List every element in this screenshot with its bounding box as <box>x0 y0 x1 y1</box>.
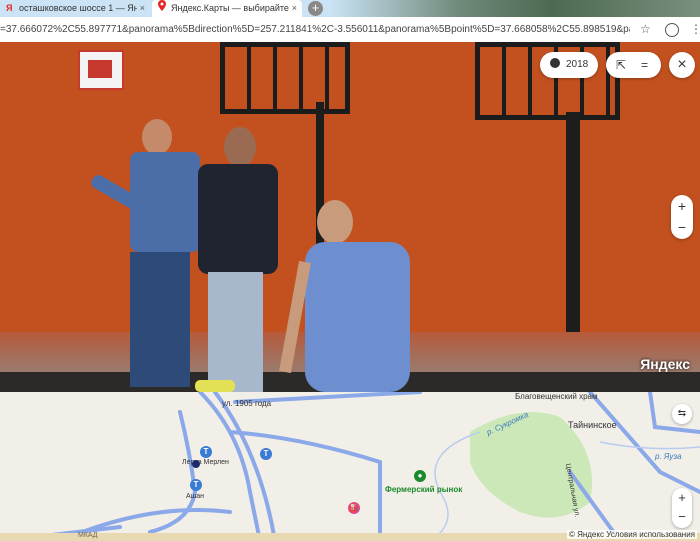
map-zoom-control: + − <box>672 488 692 528</box>
fire-safety-sign <box>78 50 124 90</box>
yandex-watermark: Яндекс <box>640 356 690 372</box>
yandex-logo-icon: Я <box>6 3 13 13</box>
shopping-pin-icon[interactable]: T <box>260 448 272 460</box>
bookmark-star-icon[interactable]: ☆ <box>640 23 651 36</box>
profile-icon[interactable] <box>665 23 679 37</box>
map-label-street: ул. 1905 года <box>222 399 272 408</box>
map-label-district: Тайнинское <box>568 420 617 430</box>
menu-icon[interactable]: = <box>641 52 648 78</box>
yandex-maps-pin-icon <box>158 0 167 17</box>
shopping-pin-icon[interactable]: T <box>200 446 212 458</box>
tab-close-button[interactable]: × <box>292 0 297 17</box>
panorama-zoom-control: + − <box>671 195 693 239</box>
drain-pipe <box>566 112 580 342</box>
mini-map[interactable]: ул. 1905 года Благовещенский храм р. Сук… <box>0 392 700 541</box>
map-label-store: Леруа Мерлен <box>182 459 229 466</box>
map-label-river: р. Яуза <box>655 452 682 461</box>
tab-title: осташковское шоссе 1 — Яндекс <box>19 3 137 13</box>
shopping-pin-icon[interactable]: T <box>190 479 202 491</box>
map-expand-icon[interactable]: ⇆ <box>672 404 692 424</box>
address-bar: =37.666072%2C55.897771&panorama%5Bdirect… <box>0 17 700 43</box>
window-background <box>330 0 700 17</box>
map-label-market: Фермерский рынок <box>385 485 463 494</box>
tab-close-button[interactable]: × <box>140 0 145 17</box>
people-photo <box>91 119 410 392</box>
tab-search[interactable]: Яосташковское шоссе 1 — Яндекс × <box>0 0 150 17</box>
browser-tab-strip: Яосташковское шоссе 1 — Яндекс × Яндекс.… <box>0 0 700 17</box>
panorama-close-button[interactable]: × <box>669 52 695 78</box>
share-icon[interactable]: ⇱ <box>616 52 626 78</box>
map-roads <box>0 392 700 541</box>
map-label-road: МКАД <box>78 532 98 539</box>
fuel-pin-icon[interactable]: ⛽ <box>348 502 360 514</box>
map-zoom-out-button[interactable]: − <box>672 508 692 528</box>
panorama-position-marker <box>192 460 200 468</box>
map-attribution[interactable]: © Яндекс Условия использования <box>566 530 697 539</box>
panorama-year-button[interactable]: 2018 <box>540 52 598 78</box>
browser-menu-icon[interactable]: ⋮ <box>690 23 700 36</box>
barred-window <box>220 42 350 114</box>
map-label-store: Ашан <box>186 493 205 500</box>
tab-yandex-maps[interactable]: Яндекс.Карты — выбирайте, где × <box>152 0 302 17</box>
zoom-in-button[interactable]: + <box>671 195 693 217</box>
map-zoom-in-button[interactable]: + <box>672 488 692 508</box>
tab-title: Яндекс.Карты — выбирайте, где <box>171 3 289 13</box>
zoom-out-button[interactable]: − <box>671 217 693 239</box>
clock-icon <box>550 58 560 68</box>
url-field[interactable]: =37.666072%2C55.897771&panorama%5Bdirect… <box>0 17 630 42</box>
panorama-controls: ⇱ = <box>606 52 661 78</box>
market-pin-icon[interactable]: ● <box>414 470 426 482</box>
panorama-year: 2018 <box>566 59 589 70</box>
new-tab-button[interactable]: + <box>308 1 323 16</box>
street-panorama[interactable]: Яндекс 2018 ⇱ = × + − <box>0 42 700 392</box>
map-label-church: Благовещенский храм <box>515 392 598 401</box>
